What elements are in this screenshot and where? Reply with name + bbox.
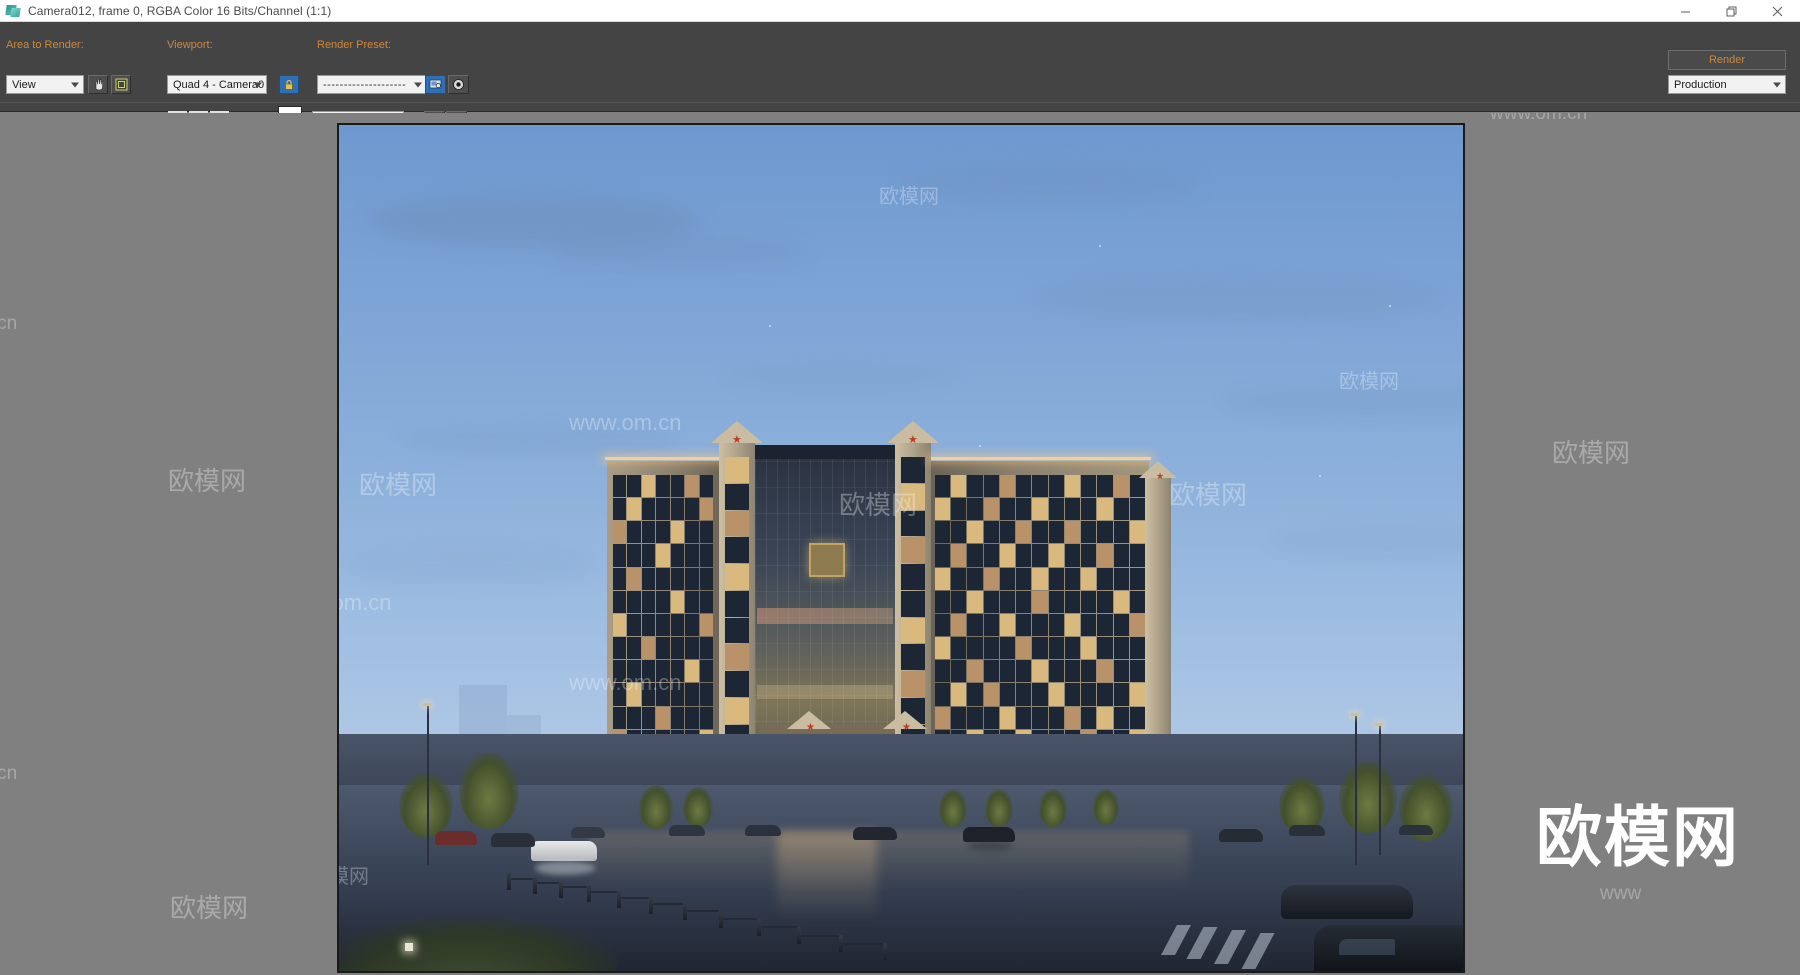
restore-icon[interactable] [1708, 0, 1754, 22]
window-title: Camera012, frame 0, RGBA Color 16 Bits/C… [28, 3, 332, 18]
left-gable-star: ★ [732, 434, 742, 446]
render-frame-toolbar: Area to Render: Viewport: Render Preset:… [0, 22, 1800, 132]
rendered-image: ★ ★ ★ ★ ★ www.om.cn 欧模网 om.cn 欧模网 www.om… [339, 125, 1463, 971]
chevron-down-icon [414, 82, 422, 87]
chevron-down-icon [71, 82, 79, 87]
backdrop-watermark: www [1600, 883, 1642, 904]
backdrop-watermark: www.om.cn [1490, 113, 1588, 124]
backdrop-watermark: m.cn [0, 313, 18, 334]
viewport-label: Viewport: [167, 39, 213, 51]
right-gable-star: ★ [908, 434, 918, 446]
minimize-icon[interactable] [1662, 0, 1708, 22]
rendered-image-frame[interactable]: ★ ★ ★ ★ ★ www.om.cn 欧模网 om.cn 欧模网 www.om… [337, 123, 1465, 973]
brand-watermark: 欧模网 [1536, 800, 1740, 874]
chevron-down-icon [1773, 82, 1781, 87]
area-to-render-label: Area to Render: [6, 39, 84, 51]
render-mode-value: Production [1674, 78, 1727, 91]
lock-viewport-button[interactable] [279, 75, 299, 94]
toolbar-divider [0, 102, 1800, 103]
environment-settings-button[interactable] [448, 75, 469, 94]
render-preset-select[interactable]: -------------------- [317, 75, 427, 94]
render-button[interactable]: Render [1668, 50, 1786, 70]
foreground-car-1 [1281, 885, 1413, 919]
ground-light [405, 943, 413, 951]
area-to-render-select[interactable]: View [6, 75, 84, 94]
render-preset-value: -------------------- [323, 78, 407, 91]
white-sports-car [531, 841, 597, 861]
window-controls [1662, 0, 1800, 22]
atrium-sign [809, 543, 845, 577]
right-wing-windows [935, 475, 1145, 775]
building-reflection [589, 831, 1189, 891]
render-setup-button[interactable] [425, 75, 446, 94]
backdrop-watermark: 欧模网 [1552, 438, 1631, 468]
backdrop-watermark: 欧模网 [170, 893, 249, 923]
app-icon [5, 3, 21, 19]
render-mode-select[interactable]: Production [1668, 75, 1786, 94]
area-to-render-value: View [12, 78, 36, 91]
rendered-frame-viewport[interactable]: m.cn m.cn 欧模网 欧模网 www.om.cn 欧模网 www [0, 113, 1800, 975]
viewport-value: Quad 4 - Camera0 [173, 78, 265, 91]
window-title-bar: Camera012, frame 0, RGBA Color 16 Bits/C… [0, 0, 1800, 22]
viewport-select[interactable]: Quad 4 - Camera0 [167, 75, 267, 94]
backdrop-watermark: m.cn [0, 763, 18, 784]
select-region-button[interactable] [88, 75, 108, 94]
edit-region-button[interactable] [111, 75, 131, 94]
chevron-down-icon [254, 82, 262, 87]
backdrop-watermark: 欧模网 [168, 466, 247, 496]
close-icon[interactable] [1754, 0, 1800, 22]
left-wing-windows [613, 475, 713, 775]
render-preset-label: Render Preset: [317, 39, 391, 51]
